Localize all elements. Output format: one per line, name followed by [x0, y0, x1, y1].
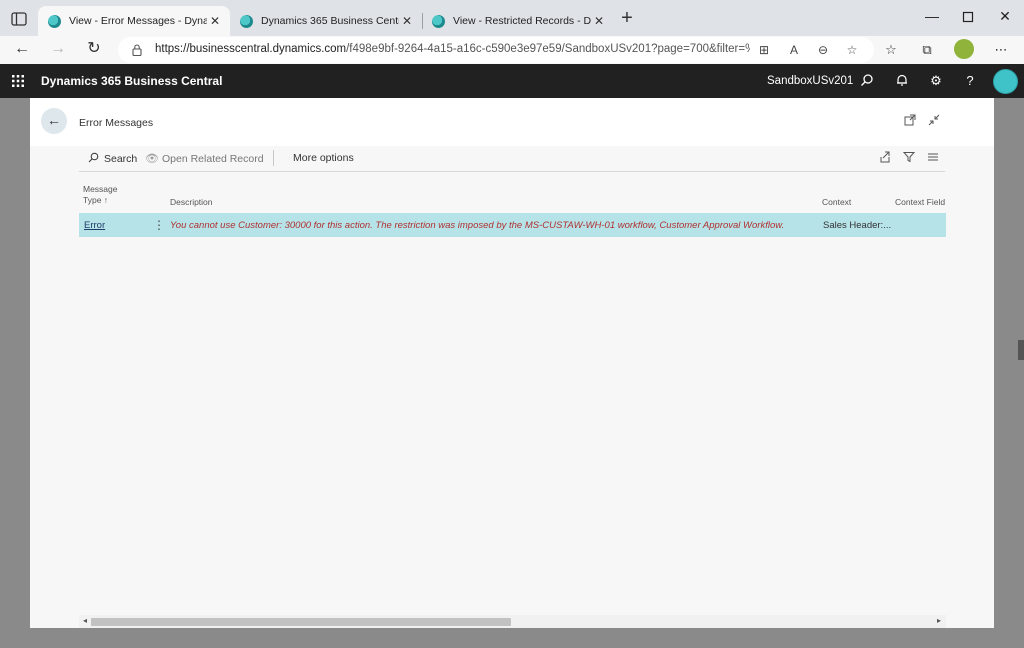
open-in-new-window-icon[interactable]	[902, 114, 918, 130]
column-header-line: Message	[83, 184, 118, 194]
search-label: Search	[104, 153, 138, 165]
message-type-link[interactable]: Error	[84, 220, 105, 231]
scrollbar-thumb[interactable]	[91, 618, 511, 626]
column-header-line: Type ↑	[83, 195, 109, 205]
help-icon[interactable]: ?	[962, 73, 978, 89]
tab-restricted-records[interactable]: View - Restricted Records - Dynamics 365…	[422, 6, 614, 36]
add-favorite-icon[interactable]: ☆	[844, 42, 860, 58]
tab-title: View - Error Messages - Dynamics 365 Bus…	[69, 15, 207, 27]
search-icon	[87, 152, 99, 166]
share-icon[interactable]	[877, 151, 893, 167]
app-title[interactable]: Dynamics 365 Business Central	[41, 74, 222, 88]
lock-icon[interactable]	[130, 43, 144, 57]
horizontal-scrollbar[interactable]: ◂ ▸	[79, 615, 946, 628]
browser-toolbar: ← → ↻ https://businesscentral.dynamics.c…	[0, 36, 1024, 64]
close-tab-icon[interactable]: ✕	[592, 14, 606, 28]
error-description: You cannot use Customer: 30000 for this …	[170, 220, 785, 231]
window-edge	[1018, 340, 1024, 360]
more-menu-icon[interactable]: ⋯	[992, 41, 1010, 59]
back-button[interactable]: ←	[41, 108, 67, 134]
table-row[interactable]: Error ⋮ You cannot use Customer: 30000 f…	[79, 213, 946, 237]
tab-title: Dynamics 365 Business Central - Sandbox	[261, 15, 399, 27]
app-header: Dynamics 365 Business Central SandboxUSv…	[0, 64, 1024, 98]
action-bar: Search 👁 Open Related Record More option…	[79, 146, 945, 172]
collections-icon[interactable]: ⧉	[918, 41, 936, 59]
column-header-message-type[interactable]: Message Type ↑	[83, 184, 118, 206]
refresh-icon[interactable]: ↻	[82, 38, 106, 62]
column-header-context-field[interactable]: Context Field	[895, 197, 945, 208]
app-available-icon[interactable]: ⊞	[756, 42, 772, 58]
favorites-icon[interactable]: ☆	[882, 41, 900, 59]
row-actions-icon[interactable]: ⋮	[153, 218, 165, 232]
new-tab-button[interactable]: +	[617, 8, 637, 29]
dynamics-favicon-icon	[48, 14, 61, 28]
column-header-context[interactable]: Context	[822, 197, 851, 208]
filter-icon[interactable]	[901, 151, 917, 167]
open-related-record-label: Open Related Record	[162, 152, 264, 165]
notifications-bell-icon[interactable]	[894, 73, 910, 89]
environment-name[interactable]: SandboxUSv201	[767, 75, 853, 87]
tab-business-central[interactable]: Dynamics 365 Business Central - Sandbox …	[230, 6, 422, 36]
dynamics-favicon-icon	[240, 14, 253, 28]
forward-arrow-icon[interactable]: →	[46, 38, 70, 62]
column-header-description[interactable]: Description	[170, 197, 213, 208]
url-text[interactable]: https://businesscentral.dynamics.com/f49…	[155, 43, 750, 55]
page-header-area	[30, 98, 994, 146]
more-options-label: More options	[293, 152, 354, 164]
eye-icon: 👁	[145, 153, 159, 165]
settings-gear-icon[interactable]: ⚙	[928, 73, 944, 89]
dynamics-favicon-icon	[432, 14, 445, 28]
maximize-button[interactable]	[956, 8, 980, 28]
app-launcher-icon[interactable]	[11, 74, 25, 88]
collapse-icon[interactable]	[926, 114, 942, 130]
back-arrow-icon[interactable]: ←	[10, 38, 34, 62]
profile-avatar[interactable]	[954, 39, 974, 59]
page-title: Error Messages	[79, 117, 154, 129]
open-related-record-action[interactable]: 👁 Open Related Record	[145, 152, 264, 166]
close-tab-icon[interactable]: ✕	[208, 14, 222, 28]
browser-titlebar: View - Error Messages - Dynamics 365 Bus…	[0, 0, 1024, 36]
close-tab-icon[interactable]: ✕	[400, 14, 414, 28]
context-cell[interactable]: Sales Header:...	[823, 220, 891, 231]
close-window-button[interactable]: ✕	[993, 8, 1017, 28]
tab-actions-icon[interactable]	[10, 10, 28, 28]
zoom-icon[interactable]: ⊖	[815, 42, 831, 58]
scroll-right-icon[interactable]: ▸	[934, 616, 944, 625]
page-container	[30, 98, 994, 628]
search-icon[interactable]	[859, 73, 875, 89]
tab-error-messages[interactable]: View - Error Messages - Dynamics 365 Bus…	[38, 6, 230, 36]
action-separator	[273, 150, 274, 166]
minimize-button[interactable]: —	[920, 8, 944, 28]
read-aloud-icon[interactable]: A	[786, 42, 802, 58]
user-avatar[interactable]	[993, 69, 1018, 94]
search-action[interactable]: Search	[87, 152, 137, 166]
scroll-left-icon[interactable]: ◂	[80, 616, 90, 625]
list-view-icon[interactable]	[925, 151, 941, 167]
address-bar[interactable]: https://businesscentral.dynamics.com/f49…	[118, 37, 874, 63]
more-options-action[interactable]: More options	[293, 152, 354, 164]
tab-title: View - Restricted Records - Dynamics 365	[453, 15, 591, 27]
